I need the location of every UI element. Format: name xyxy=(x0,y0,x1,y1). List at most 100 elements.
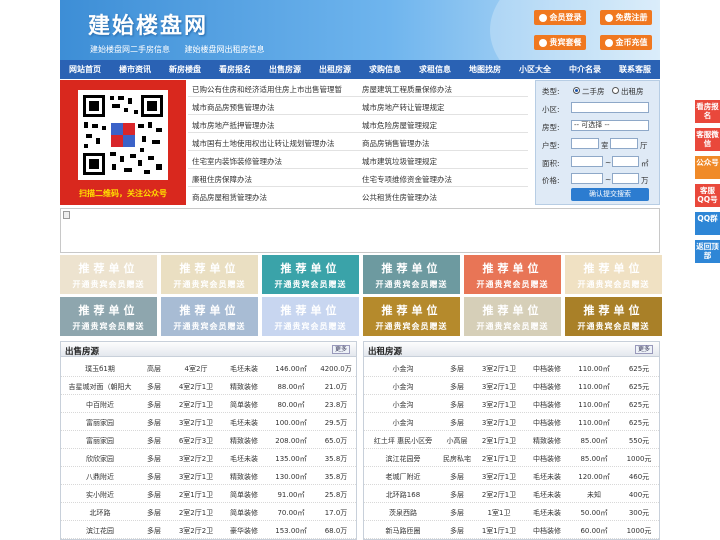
cell-community[interactable]: 茨泉西路 xyxy=(366,508,440,518)
sale-more-button[interactable]: 更多 xyxy=(332,345,350,354)
float-wechat-service[interactable]: 客服微信 xyxy=(695,128,720,151)
subtitle-link-rental[interactable]: 建始楼盘网出租房信息 xyxy=(185,45,265,54)
cell-community[interactable]: 红土坪 惠民小区旁 xyxy=(366,436,440,446)
float-official-account[interactable]: 公众号 xyxy=(695,156,720,179)
cell-community[interactable]: 北环路 xyxy=(63,508,137,518)
cell-community[interactable]: 富丽家园 xyxy=(63,436,137,446)
subtitle-link-secondhand[interactable]: 建始楼盘网二手房信息 xyxy=(90,45,170,54)
nav-item-contact[interactable]: 联系客服 xyxy=(610,64,660,75)
radio-rental[interactable] xyxy=(612,87,619,94)
sale-listing-row[interactable]: 实小附近 多层 2室1厅1卫 简单装修 91.00㎡ 25.8万 xyxy=(61,485,356,503)
sale-listing-row[interactable]: 北环路 多层 2室2厅1卫 简单装修 70.00㎡ 17.0万 xyxy=(61,503,356,521)
policy-link[interactable]: 城市国有土地使用权出让转让规划管理办法 xyxy=(192,138,335,149)
nav-item-agents[interactable]: 中介名录 xyxy=(560,64,610,75)
nav-item-want-rent[interactable]: 求租信息 xyxy=(410,64,460,75)
rent-more-button[interactable]: 更多 xyxy=(635,345,653,354)
sale-listing-row[interactable]: 富丽家园 多层 6室2厅3卫 精致装修 208.00㎡ 65.0万 xyxy=(61,431,356,449)
nav-item-home[interactable]: 网站首页 xyxy=(60,64,110,75)
policy-link[interactable]: 住宅室内装饰装修管理办法 xyxy=(192,156,282,167)
recommended-unit-tile[interactable]: 推荐单位 开通贵宾会员赠送 xyxy=(464,297,561,336)
cell-community[interactable]: 新马路匝圈 xyxy=(366,526,440,536)
nav-item-news[interactable]: 楼市资讯 xyxy=(110,64,160,75)
policy-link[interactable]: 城市房地产转让管理规定 xyxy=(362,102,445,113)
recommended-unit-tile[interactable]: 推荐单位 开通贵宾会员赠送 xyxy=(464,255,561,294)
nav-item-communities[interactable]: 小区大全 xyxy=(510,64,560,75)
policy-link[interactable]: 公共租赁住房管理办法 xyxy=(362,192,437,203)
cell-community[interactable]: 八鼎附近 xyxy=(63,472,137,482)
sale-listing-row[interactable]: 欣欣家园 多层 3室2厅2卫 毛坯未装 135.00㎡ 35.8万 xyxy=(61,449,356,467)
area-min-input[interactable] xyxy=(571,156,603,167)
community-input[interactable] xyxy=(571,102,649,113)
banner-ad[interactable] xyxy=(60,208,660,253)
rent-listing-row[interactable]: 滨江花园旁 民房私宅 2室1厅1卫 中档装修 85.00㎡ 1000元 xyxy=(364,449,659,467)
vip-package-button[interactable]: 贵宾套餐 xyxy=(534,35,586,50)
float-back-to-top[interactable]: 返回顶部 xyxy=(695,240,720,263)
sale-listing-row[interactable]: 八鼎附近 多层 3室2厅1卫 精致装修 130.00㎡ 35.8万 xyxy=(61,467,356,485)
recommended-unit-tile[interactable]: 推荐单位 开通贵宾会员赠送 xyxy=(60,255,157,294)
cell-community[interactable]: 小金沟 xyxy=(366,418,440,428)
policy-link[interactable]: 房屋建筑工程质量保修办法 xyxy=(362,84,452,95)
sale-listing-row[interactable]: 璞玉б1期 高层 4室2厅 毛坯未装 146.00㎡ 4200.0万 xyxy=(61,359,356,377)
cell-community[interactable]: 北环路168 xyxy=(366,490,440,500)
area-max-input[interactable] xyxy=(612,156,639,167)
cell-community[interactable]: 中百附近 xyxy=(63,400,137,410)
halls-select[interactable] xyxy=(610,138,638,149)
house-type-select[interactable]: -- 可选择 -- xyxy=(571,120,649,131)
rent-listing-row[interactable]: 小金沟 多层 3室2厅1卫 中档装修 110.00㎡ 625元 xyxy=(364,413,659,431)
register-button[interactable]: 免费注册 xyxy=(600,10,652,25)
cell-community[interactable]: 欣欣家园 xyxy=(63,454,137,464)
recommended-unit-tile[interactable]: 推荐单位 开通贵宾会员赠送 xyxy=(161,297,258,336)
cell-community[interactable]: 实小附近 xyxy=(63,490,137,500)
price-min-input[interactable] xyxy=(571,173,603,184)
recommended-unit-tile[interactable]: 推荐单位 开通贵宾会员赠送 xyxy=(262,255,359,294)
cell-community[interactable]: 璞玉б1期 xyxy=(63,364,137,374)
rooms-select[interactable] xyxy=(571,138,599,149)
policy-link[interactable]: 城市房地产抵押管理办法 xyxy=(192,120,275,131)
nav-item-want-buy[interactable]: 求购信息 xyxy=(360,64,410,75)
float-qq-group[interactable]: QQ群 xyxy=(695,212,720,235)
recharge-button[interactable]: 金币充值 xyxy=(600,35,652,50)
recommended-unit-tile[interactable]: 推荐单位 开通贵宾会员赠送 xyxy=(565,297,662,336)
login-button[interactable]: 会员登录 xyxy=(534,10,586,25)
cell-community[interactable]: 富丽家园 xyxy=(63,418,137,428)
nav-item-for-sale[interactable]: 出售房源 xyxy=(260,64,310,75)
rent-listing-row[interactable]: 小金沟 多层 3室2厅1卫 中档装修 110.00㎡ 625元 xyxy=(364,395,659,413)
policy-link[interactable]: 城市商品房预售管理办法 xyxy=(192,102,275,113)
cell-community[interactable]: 滨江花园 xyxy=(63,526,137,536)
cell-community[interactable]: 小金沟 xyxy=(366,364,440,374)
nav-item-for-rent[interactable]: 出租房源 xyxy=(310,64,360,75)
cell-community[interactable]: 小金沟 xyxy=(366,400,440,410)
policy-link[interactable]: 城市危险房屋管理规定 xyxy=(362,120,437,131)
nav-item-map-search[interactable]: 地图找房 xyxy=(460,64,510,75)
sale-listing-row[interactable]: 吉星城对面（朝阳大 多层 4室2厅1卫 精致装修 88.00㎡ 21.0万 xyxy=(61,377,356,395)
rent-listing-row[interactable]: 茨泉西路 多层 1室1卫 毛坯未装 50.00㎡ 300元 xyxy=(364,503,659,521)
sale-listing-row[interactable]: 中百附近 多层 2室2厅1卫 简单装修 80.00㎡ 23.8万 xyxy=(61,395,356,413)
cell-community[interactable]: 老城厂附近 xyxy=(366,472,440,482)
recommended-unit-tile[interactable]: 推荐单位 开通贵宾会员赠送 xyxy=(262,297,359,336)
sale-listing-row[interactable]: 富丽家园 多层 3室2厅1卫 毛坯未装 100.00㎡ 29.5万 xyxy=(61,413,356,431)
rent-listing-row[interactable]: 小金沟 多层 3室2厅1卫 中档装修 110.00㎡ 625元 xyxy=(364,377,659,395)
price-max-input[interactable] xyxy=(612,173,639,184)
policy-link[interactable]: 商品房销售管理办法 xyxy=(362,138,430,149)
radio-secondhand[interactable] xyxy=(573,87,580,94)
cell-community[interactable]: 吉星城对面（朝阳大 xyxy=(63,382,137,392)
policy-link[interactable]: 住宅专项维修资金管理办法 xyxy=(362,174,452,185)
policy-link[interactable]: 已购公有住房和经济适用住房上市出售管理暂 xyxy=(192,84,342,95)
rent-listing-row[interactable]: 新马路匝圈 多层 1室1厅1卫 中档装修 60.00㎡ 1000元 xyxy=(364,521,659,539)
cell-community[interactable]: 滨江花园旁 xyxy=(366,454,440,464)
policy-link[interactable]: 商品房屋租赁管理办法 xyxy=(192,192,267,203)
nav-item-viewing-signup[interactable]: 看房报名 xyxy=(210,64,260,75)
float-qq-service[interactable]: 客服QQ号 xyxy=(695,184,720,207)
rent-listing-row[interactable]: 小金沟 多层 3室2厅1卫 中档装修 110.00㎡ 625元 xyxy=(364,359,659,377)
float-viewing-signup[interactable]: 看房报名 xyxy=(695,100,720,123)
sale-listing-row[interactable]: 滨江花园 多层 3室2厅2卫 豪华装修 153.00㎡ 68.0万 xyxy=(61,521,356,539)
recommended-unit-tile[interactable]: 推荐单位 开通贵宾会员赠送 xyxy=(565,255,662,294)
recommended-unit-tile[interactable]: 推荐单位 开通贵宾会员赠送 xyxy=(161,255,258,294)
nav-item-new-homes[interactable]: 新房楼盘 xyxy=(160,64,210,75)
rent-listing-row[interactable]: 老城厂附近 多层 3室2厅1卫 毛坯未装 120.00㎡ 460元 xyxy=(364,467,659,485)
policy-link[interactable]: 廉租住房保障办法 xyxy=(192,174,252,185)
recommended-unit-tile[interactable]: 推荐单位 开通贵宾会员赠送 xyxy=(363,255,460,294)
rent-listing-row[interactable]: 红土坪 惠民小区旁 小高层 2室1厅1卫 精致装修 85.00㎡ 550元 xyxy=(364,431,659,449)
search-submit-button[interactable]: 确认提交搜索 xyxy=(571,188,649,201)
recommended-unit-tile[interactable]: 推荐单位 开通贵宾会员赠送 xyxy=(60,297,157,336)
